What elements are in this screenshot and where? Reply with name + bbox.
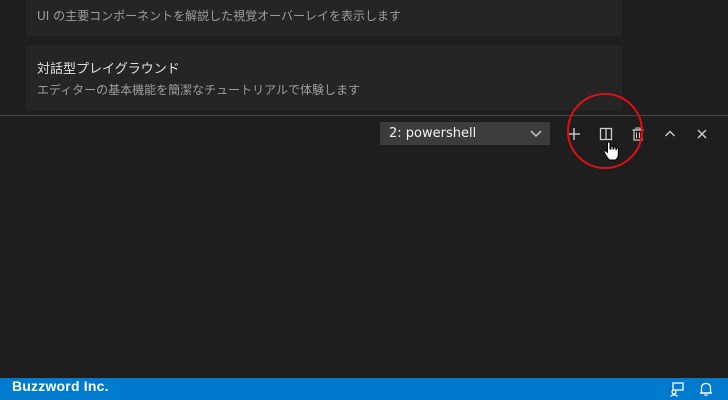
new-terminal-button[interactable] [563,123,585,145]
walkthrough-card-playground[interactable]: 対話型プレイグラウンド エディターの基本機能を簡潔なチュートリアルで体験します [26,46,622,111]
chevron-up-icon [665,130,675,137]
plus-icon [568,128,580,140]
walkthrough-card-description: エディターの基本機能を簡潔なチュートリアルで体験します [37,83,361,97]
trash-icon [632,127,644,141]
welcome-page: UI の主要コンポーネントを解説した視覚オーバーレイを表示します 対話型プレイグ… [0,0,728,115]
feedback-icon[interactable] [669,381,685,397]
walkthrough-card-description: UI の主要コンポーネントを解説した視覚オーバーレイを表示します [37,9,402,23]
close-icon [697,129,707,139]
close-panel-button[interactable] [691,123,713,145]
terminal-instance-select[interactable]: 2: powershell [380,122,550,145]
terminal-instance-label: 2: powershell [389,126,477,141]
split-icon [599,127,613,141]
status-bar: Buzzword Inc. [0,378,728,400]
walkthrough-card-title: 対話型プレイグラウンド [37,62,180,77]
maximize-panel-button[interactable] [659,123,681,145]
hand-cursor-icon [603,141,619,161]
walkthrough-card-ui-overview[interactable]: UI の主要コンポーネントを解説した視覚オーバーレイを表示します [26,0,622,36]
status-bar-text: Buzzword Inc. [12,378,109,394]
bell-icon[interactable] [698,381,714,397]
kill-terminal-button[interactable] [627,123,649,145]
chevron-down-icon [530,130,542,137]
